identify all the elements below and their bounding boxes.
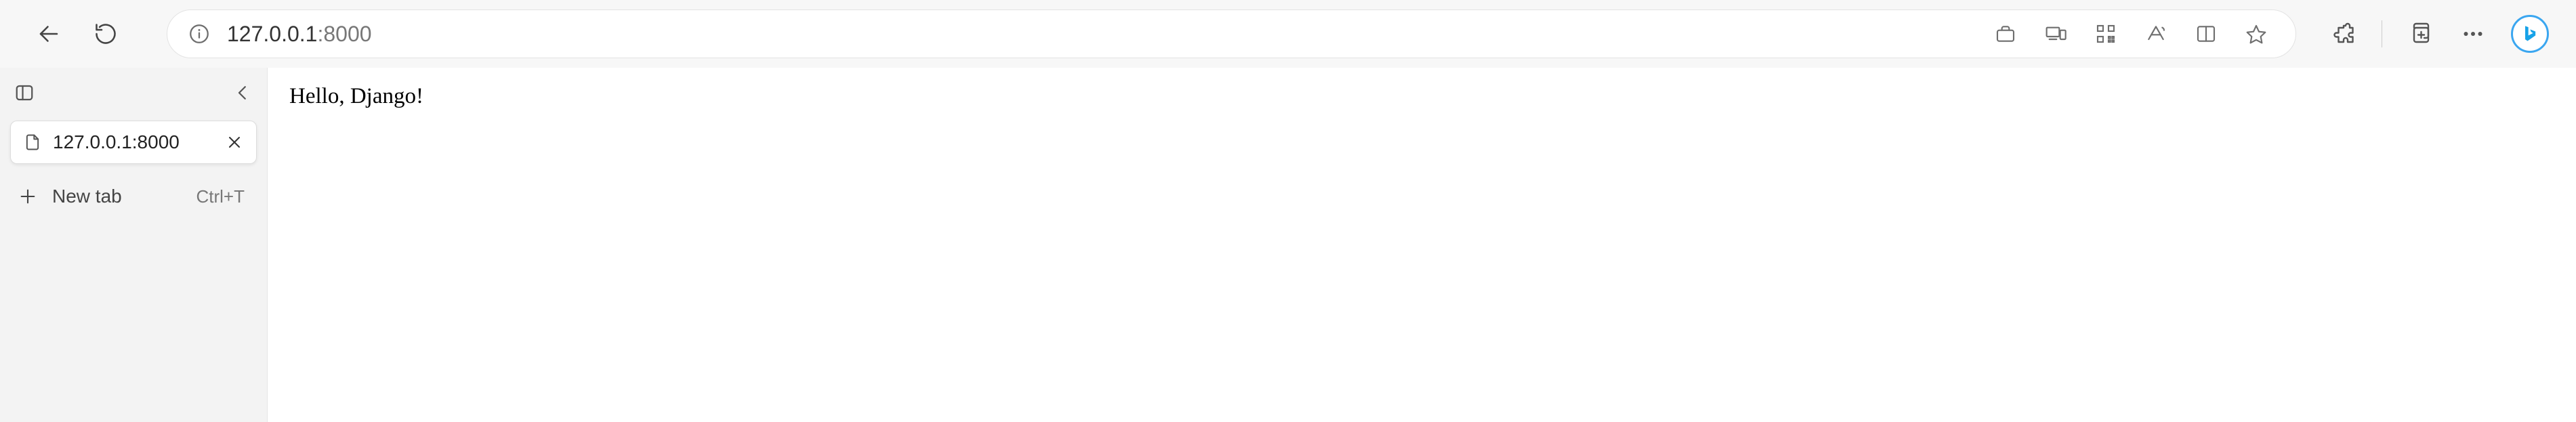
plus-icon-wrap	[17, 186, 39, 207]
refresh-icon	[94, 22, 118, 46]
shopping-button[interactable]	[1993, 22, 2018, 46]
more-icon	[2461, 22, 2485, 46]
puzzle-icon	[2331, 22, 2356, 46]
devices-icon	[2045, 23, 2066, 45]
extensions-button[interactable]	[2329, 19, 2359, 49]
collapse-sidebar-button[interactable]	[232, 83, 253, 103]
split-screen-icon	[2195, 23, 2217, 45]
new-tab-label: New tab	[52, 186, 183, 207]
browser-right-toolbar	[2302, 15, 2562, 53]
file-icon	[23, 133, 42, 152]
vertical-tab[interactable]: 127.0.0.1:8000	[10, 121, 257, 164]
browser-toolbar: 127.0.0.1:8000	[0, 0, 2576, 68]
close-icon	[226, 134, 243, 150]
refresh-button[interactable]	[91, 19, 121, 49]
collections-button[interactable]	[2405, 19, 2435, 49]
favorite-button[interactable]	[2244, 22, 2268, 46]
sidebar-header	[10, 73, 257, 112]
url-port: :8000	[317, 22, 371, 46]
split-screen-button[interactable]	[2194, 22, 2218, 46]
tab-title: 127.0.0.1:8000	[53, 131, 214, 153]
bing-chat-button[interactable]	[2511, 15, 2549, 53]
qr-icon	[2095, 23, 2117, 45]
tab-actions-button[interactable]	[14, 83, 35, 103]
site-info-button[interactable]	[188, 22, 211, 45]
page-body-text: Hello, Django!	[289, 84, 2554, 109]
read-aloud-icon	[2145, 23, 2167, 45]
more-button[interactable]	[2458, 19, 2488, 49]
vertical-tabs-sidebar: 127.0.0.1:8000 New tab Ctrl+T	[0, 68, 268, 422]
read-aloud-button[interactable]	[2144, 22, 2168, 46]
address-bar-actions	[1993, 22, 2275, 46]
address-bar[interactable]: 127.0.0.1:8000	[167, 9, 2296, 58]
arrow-left-icon	[37, 22, 61, 46]
url-text[interactable]: 127.0.0.1:8000	[227, 22, 1977, 47]
back-button[interactable]	[34, 19, 64, 49]
close-tab-button[interactable]	[225, 133, 244, 152]
tab-actions-icon	[14, 83, 35, 103]
briefcase-icon	[1995, 23, 2016, 45]
tab-favicon	[23, 133, 42, 152]
url-host: 127.0.0.1	[227, 22, 317, 46]
info-icon	[188, 22, 211, 45]
star-icon	[2245, 23, 2267, 45]
qr-button[interactable]	[2094, 22, 2118, 46]
plus-icon	[18, 187, 37, 206]
nav-buttons	[14, 19, 121, 49]
devices-button[interactable]	[2043, 22, 2068, 46]
chevron-left-icon	[232, 83, 253, 103]
bing-icon	[2520, 24, 2539, 43]
collections-icon	[2408, 22, 2432, 46]
page-content: Hello, Django!	[268, 68, 2576, 422]
main-area: 127.0.0.1:8000 New tab Ctrl+T Hello, Dja…	[0, 68, 2576, 422]
new-tab-button[interactable]: New tab Ctrl+T	[10, 177, 257, 215]
new-tab-shortcut: Ctrl+T	[196, 186, 251, 207]
vertical-tab-list: 127.0.0.1:8000	[10, 121, 257, 164]
